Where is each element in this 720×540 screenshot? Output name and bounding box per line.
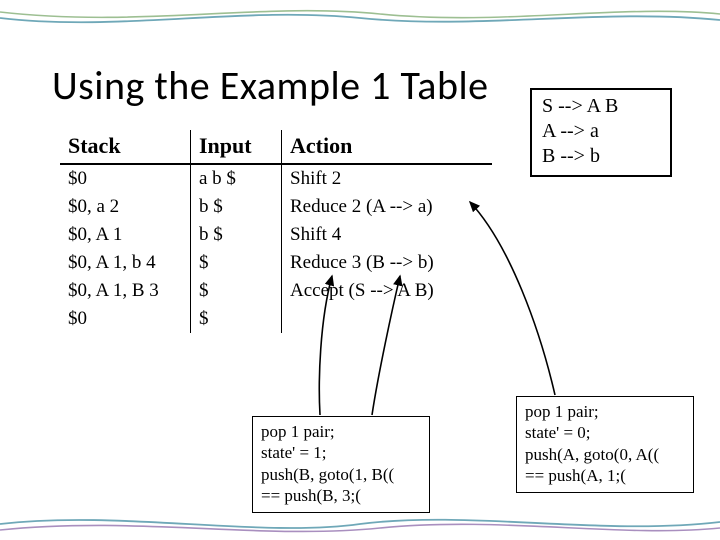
note-line: pop 1 pair;: [261, 421, 421, 442]
table-row: $0 a b $ Shift 2: [60, 164, 492, 193]
table-row: $0, A 1, B 3 $ Accept (S --> A B): [60, 277, 492, 305]
note-line: push(B, goto(1, B((: [261, 464, 421, 485]
cell-input: b $: [191, 221, 282, 249]
slide: Using the Example 1 Table S --> A B A --…: [0, 0, 720, 540]
cell-stack: $0, A 1, B 3: [60, 277, 191, 305]
parse-table: Stack Input Action $0 a b $ Shift 2 $0, …: [60, 130, 492, 333]
table-header-row: Stack Input Action: [60, 130, 492, 164]
header-stack: Stack: [60, 130, 191, 164]
grammar-rule-2: A --> a: [542, 119, 660, 144]
note-line: push(A, goto(0, A((: [525, 444, 685, 465]
cell-action: Reduce 2 (A --> a): [282, 193, 493, 221]
cell-stack: $0: [60, 164, 191, 193]
cell-action: Shift 4: [282, 221, 493, 249]
note-line: == push(A, 1;(: [525, 465, 685, 486]
slide-title: Using the Example 1 Table: [52, 61, 489, 110]
cell-stack: $0, A 1, b 4: [60, 249, 191, 277]
header-action: Action: [282, 130, 493, 164]
annotation-box-left: pop 1 pair; state' = 1; push(B, goto(1, …: [252, 416, 430, 513]
cell-stack: $0, a 2: [60, 193, 191, 221]
note-line: state' = 0;: [525, 422, 685, 443]
cell-stack: $0: [60, 305, 191, 333]
grammar-box: S --> A B A --> a B --> b: [530, 88, 672, 177]
cell-stack: $0, A 1: [60, 221, 191, 249]
cell-input: $: [191, 305, 282, 333]
note-line: == push(B, 3;(: [261, 485, 421, 506]
cell-input: b $: [191, 193, 282, 221]
cell-action: Reduce 3 (B --> b): [282, 249, 493, 277]
decorative-top-waves: [0, 0, 720, 40]
cell-action: Shift 2: [282, 164, 493, 193]
cell-action: [282, 305, 493, 333]
note-line: state' = 1;: [261, 442, 421, 463]
annotation-box-right: pop 1 pair; state' = 0; push(A, goto(0, …: [516, 396, 694, 493]
cell-input: $: [191, 277, 282, 305]
table-row: $0 $: [60, 305, 492, 333]
cell-input: a b $: [191, 164, 282, 193]
cell-input: $: [191, 249, 282, 277]
header-input: Input: [191, 130, 282, 164]
grammar-rule-1: S --> A B: [542, 94, 660, 119]
note-line: pop 1 pair;: [525, 401, 685, 422]
table-row: $0, A 1 b $ Shift 4: [60, 221, 492, 249]
table-row: $0, a 2 b $ Reduce 2 (A --> a): [60, 193, 492, 221]
cell-action: Accept (S --> A B): [282, 277, 493, 305]
table-row: $0, A 1, b 4 $ Reduce 3 (B --> b): [60, 249, 492, 277]
decorative-bottom-waves: [0, 510, 720, 540]
grammar-rule-3: B --> b: [542, 144, 660, 169]
